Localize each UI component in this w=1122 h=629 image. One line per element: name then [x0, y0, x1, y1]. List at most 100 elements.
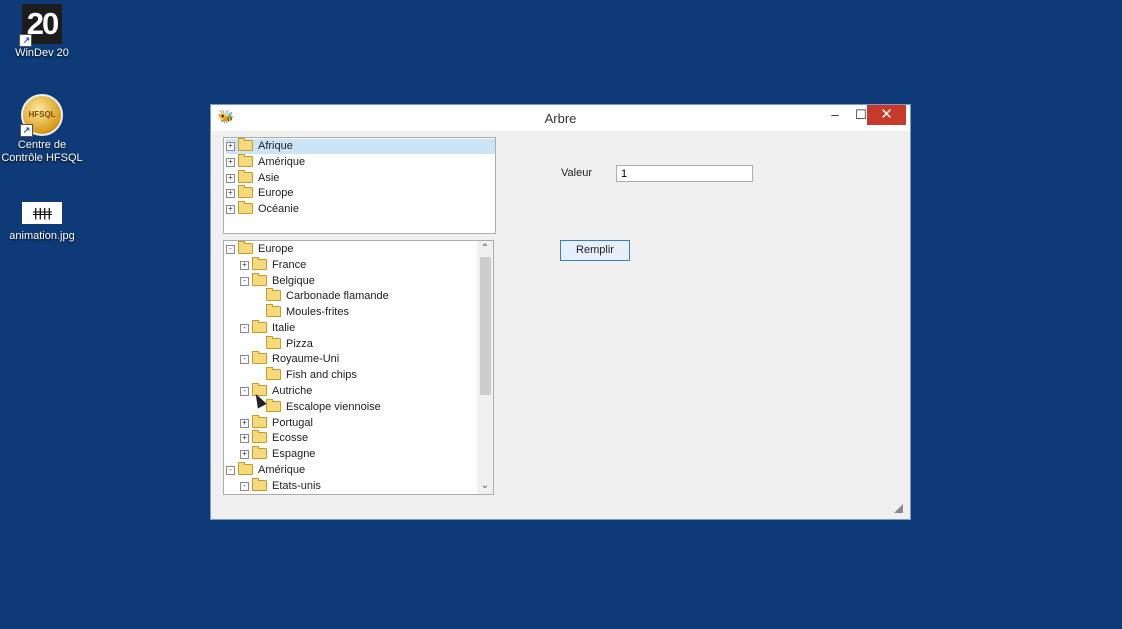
valeur-input[interactable] [616, 165, 753, 182]
tree-node[interactable]: Escalope viennoise [254, 399, 381, 415]
tree-node[interactable]: + Asie [226, 170, 280, 186]
tree-node-label: Portugal [272, 417, 313, 429]
expand-icon[interactable]: + [226, 189, 235, 198]
tree-node-label: Europe [258, 243, 294, 255]
tree-node[interactable]: Fish and chips [254, 367, 357, 383]
expand-icon[interactable]: + [240, 261, 249, 270]
tree-node[interactable]: - Amérique [226, 462, 305, 478]
folder-icon [238, 201, 253, 214]
tree-node-label: Escalope viennoise [286, 401, 381, 413]
tree-node[interactable]: + France [240, 257, 307, 273]
expand-icon[interactable]: + [240, 419, 249, 428]
resize-grip-icon[interactable] [894, 504, 903, 513]
folder-icon [252, 415, 267, 428]
folder-icon [238, 185, 253, 198]
tree-node-label: Afrique [258, 140, 293, 152]
tree-node[interactable]: - Royaume-Uni [240, 351, 340, 367]
image-file-icon: ǂǂǂǂ [22, 202, 62, 224]
folder-icon [252, 320, 267, 333]
remplir-button[interactable]: Remplir [560, 240, 630, 261]
scrollbar-thumb[interactable] [480, 257, 491, 395]
shortcut-arrow-icon: ↗ [20, 124, 33, 137]
vertical-scrollbar[interactable]: ⌃ ⌄ [477, 241, 493, 494]
folder-icon [238, 170, 253, 183]
tree-node-label: Asie [258, 172, 280, 184]
window-title: Arbre [544, 111, 577, 126]
valeur-label: Valeur [561, 167, 592, 179]
tree-node-label: Royaume-Uni [272, 353, 340, 365]
shortcut-arrow-icon: ↗ [19, 34, 32, 47]
tree-node-label: Moules-frites [286, 306, 349, 318]
scroll-up-icon[interactable]: ⌃ [477, 241, 493, 257]
collapse-icon[interactable]: - [240, 482, 249, 491]
tree-node[interactable]: + Espagne [240, 446, 316, 462]
tree-node-label: Espagne [272, 448, 316, 460]
collapse-icon[interactable]: - [226, 466, 235, 475]
tree-node[interactable]: Moules-frites [254, 304, 349, 320]
collapse-icon[interactable]: - [240, 277, 249, 286]
folder-icon [266, 304, 281, 317]
collapse-icon[interactable]: - [240, 324, 249, 333]
hfsql-icon: HFSQL ↗ [20, 94, 63, 137]
tree-node-label: Océanie [258, 203, 299, 215]
tree-node-label: Pizza [286, 338, 313, 350]
arbre-window: 🐝 Arbre – ☐ ✕ + Afrique + Amérique + Asie +… [210, 104, 911, 520]
folder-icon [238, 154, 253, 167]
tree-node[interactable]: + Ecosse [240, 430, 309, 446]
dishes-tree[interactable]: - Europe + France - Belgique Carbonade flam… [223, 240, 494, 495]
folder-icon [238, 138, 253, 151]
tree-node-label: Italie [272, 322, 296, 334]
tree-node-label: Fish and chips [286, 369, 357, 381]
tree-node-label: France [272, 259, 307, 271]
desktop-icon-label: Centre de Contrôle HFSQL [1, 139, 83, 164]
continent-tree[interactable]: + Afrique + Amérique + Asie + Europe + Océani… [223, 137, 496, 234]
folder-icon [266, 367, 281, 380]
tree-node[interactable]: + Océanie [226, 201, 299, 217]
windev-icon: 20 ↗ [19, 4, 62, 47]
desktop-icon-hfsql[interactable]: HFSQL ↗ Centre de Contrôle HFSQL [0, 94, 84, 165]
folder-icon [238, 462, 253, 475]
tree-node-label: Ecosse [272, 432, 309, 444]
collapse-icon[interactable]: - [240, 355, 249, 364]
scroll-down-icon[interactable]: ⌄ [477, 478, 493, 494]
tree-node[interactable]: - Etats-unis [240, 478, 321, 494]
tree-node-label: Europe [258, 187, 294, 199]
collapse-icon[interactable]: - [226, 245, 235, 254]
minimize-button[interactable]: – [822, 105, 848, 125]
tree-node[interactable]: - Italie [240, 320, 296, 336]
window-client-area: + Afrique + Amérique + Asie + Europe + Océani… [216, 131, 905, 515]
tree-node[interactable]: + Afrique [226, 138, 495, 154]
desktop-icon-label: animation.jpg [9, 230, 75, 242]
tree-node[interactable]: + Europe [226, 185, 294, 201]
folder-icon [252, 273, 267, 286]
tree-node[interactable]: + Amérique [226, 154, 305, 170]
expand-icon[interactable]: + [226, 205, 235, 214]
expand-icon[interactable]: + [240, 434, 249, 443]
collapse-icon[interactable]: - [240, 387, 249, 396]
tree-node[interactable]: Carbonade flamande [254, 288, 389, 304]
tree-node[interactable]: - Europe [226, 241, 294, 257]
tree-node[interactable]: + Portugal [240, 415, 313, 431]
tree-node-label: Autriche [272, 385, 313, 397]
expand-icon[interactable]: + [226, 174, 235, 183]
expand-icon[interactable]: + [240, 450, 249, 459]
tree-node[interactable]: Pizza [254, 336, 313, 352]
expand-icon[interactable]: + [226, 158, 235, 167]
folder-icon [252, 430, 267, 443]
expand-icon[interactable]: + [226, 142, 235, 151]
folder-icon [252, 257, 267, 270]
title-bar[interactable]: 🐝 Arbre – ☐ ✕ [211, 105, 910, 131]
folder-icon [266, 336, 281, 349]
tree-node-label: Belgique [272, 275, 315, 287]
folder-icon [252, 351, 267, 364]
close-button[interactable]: ✕ [867, 105, 906, 125]
folder-icon [266, 288, 281, 301]
desktop-icon-windev[interactable]: 20 ↗ WinDev 20 [0, 4, 84, 60]
desktop-icon-animation[interactable]: ǂǂǂǂ animation.jpg [0, 202, 84, 243]
tree-node[interactable]: - Belgique [240, 273, 315, 289]
tree-node-label: Etats-unis [272, 480, 321, 492]
folder-icon [252, 446, 267, 459]
